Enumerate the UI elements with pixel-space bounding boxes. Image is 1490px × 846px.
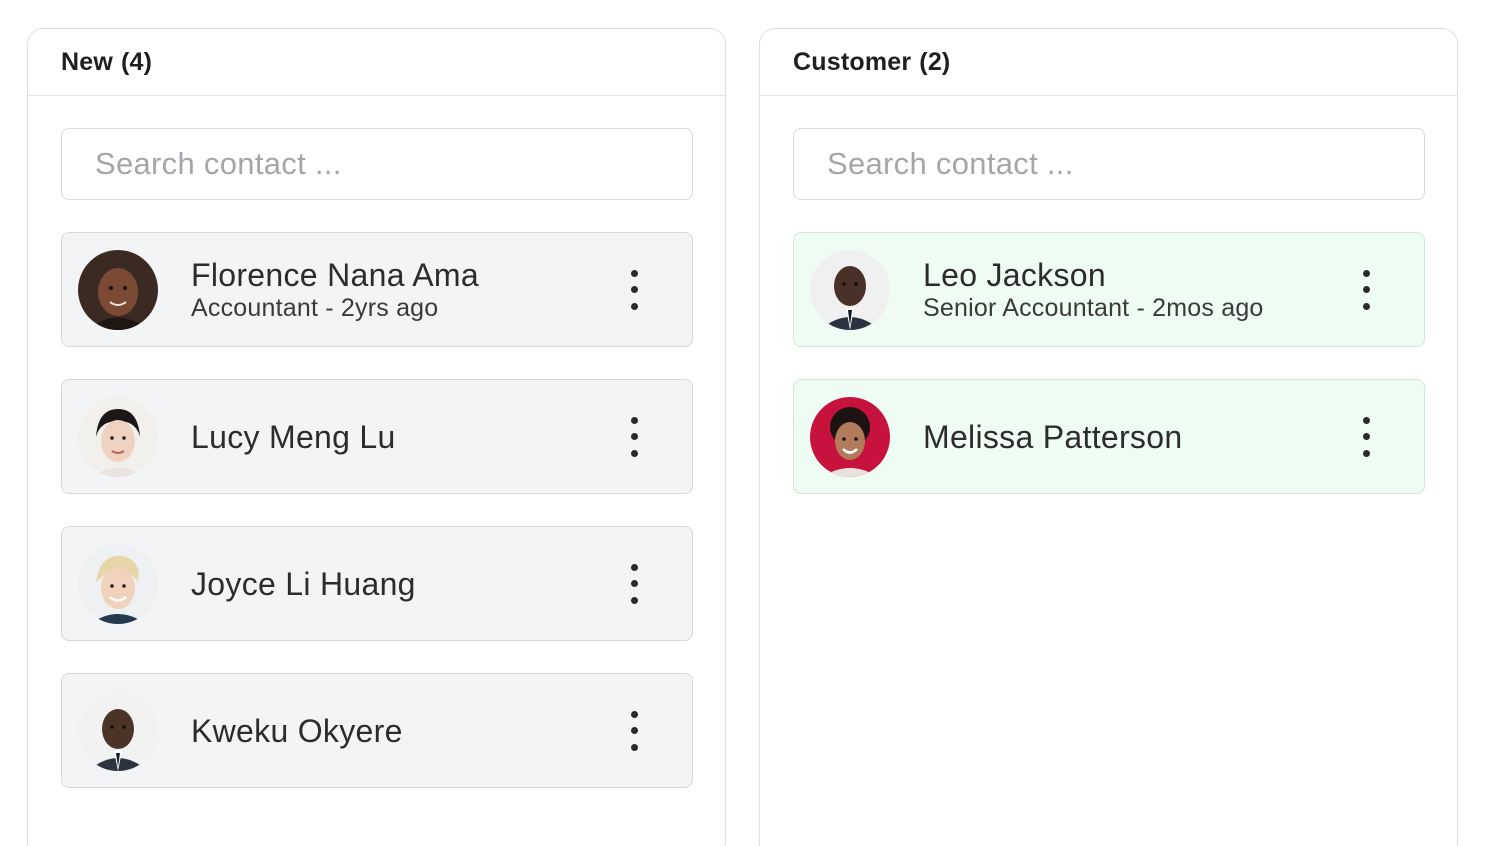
contact-name: Florence Nana Ama — [191, 256, 479, 293]
more-options-icon[interactable] — [622, 269, 646, 310]
avatar — [78, 544, 158, 624]
contact-card[interactable]: Kweku Okyere — [61, 673, 693, 788]
avatar — [78, 691, 158, 771]
contact-info: Joyce Li Huang — [191, 527, 416, 640]
column-header: New (4) — [28, 29, 725, 96]
contact-subtitle: Senior Accountant - 2mos ago — [923, 293, 1264, 322]
more-options-icon[interactable] — [622, 710, 646, 751]
contact-info: Lucy Meng Lu — [191, 380, 396, 493]
contact-card[interactable]: Leo Jackson Senior Accountant - 2mos ago — [793, 232, 1425, 347]
column-title: New — [61, 47, 114, 76]
column-title: Customer — [793, 47, 912, 76]
contact-name: Lucy Meng Lu — [191, 418, 396, 455]
contact-subtitle: Accountant - 2yrs ago — [191, 293, 439, 322]
search-input[interactable] — [61, 128, 693, 200]
search-input[interactable] — [793, 128, 1425, 200]
avatar — [810, 397, 890, 477]
contact-name: Joyce Li Huang — [191, 565, 416, 602]
column-customer: Customer (2) Leo Jackson Senior Accounta… — [759, 28, 1458, 846]
column-new: New (4) Florence Nana Ama Accountant - 2… — [27, 28, 726, 846]
contact-name: Leo Jackson — [923, 256, 1106, 293]
contact-info: Florence Nana Ama Accountant - 2yrs ago — [191, 233, 479, 346]
contact-info: Melissa Patterson — [923, 380, 1182, 493]
column-count: (2) — [919, 47, 951, 76]
contact-card[interactable]: Joyce Li Huang — [61, 526, 693, 641]
column-count: (4) — [121, 47, 153, 76]
contact-info: Leo Jackson Senior Accountant - 2mos ago — [923, 233, 1264, 346]
more-options-icon[interactable] — [1354, 416, 1378, 457]
contact-info: Kweku Okyere — [191, 674, 403, 787]
avatar — [810, 250, 890, 330]
avatar — [78, 397, 158, 477]
contact-name: Melissa Patterson — [923, 418, 1183, 455]
column-header: Customer (2) — [760, 29, 1457, 96]
contact-card[interactable]: Florence Nana Ama Accountant - 2yrs ago — [61, 232, 693, 347]
more-options-icon[interactable] — [622, 416, 646, 457]
contact-name: Kweku Okyere — [191, 712, 403, 749]
contact-card[interactable]: Melissa Patterson — [793, 379, 1425, 494]
contact-card[interactable]: Lucy Meng Lu — [61, 379, 693, 494]
avatar — [78, 250, 158, 330]
more-options-icon[interactable] — [622, 563, 646, 604]
more-options-icon[interactable] — [1354, 269, 1378, 310]
